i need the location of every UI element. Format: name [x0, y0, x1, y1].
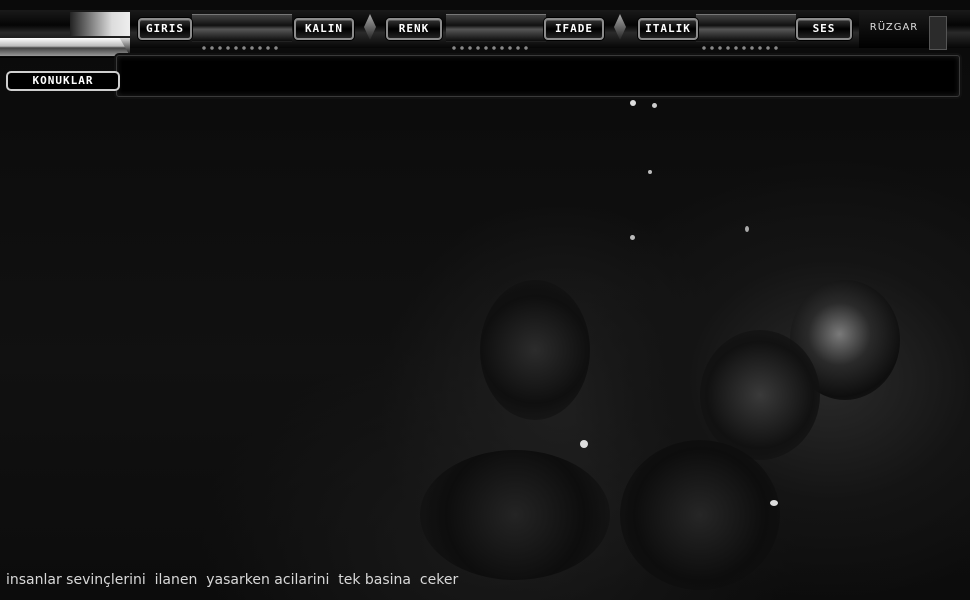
- rose-highlight: [700, 330, 820, 460]
- rose-highlight: [480, 280, 590, 420]
- dot-row: [700, 46, 780, 50]
- toolbar-connector: [446, 14, 546, 42]
- sparkle: [580, 440, 588, 448]
- top-toolbar: GIRIS KALIN RENK IFADE ITALIK SES RÜZGAR: [0, 0, 970, 100]
- sparkle: [745, 226, 749, 232]
- toolbar-end-tab: [929, 16, 947, 50]
- giris-button[interactable]: GIRIS: [138, 18, 192, 40]
- toolbar-connector: [192, 14, 292, 42]
- leaf-highlight: [420, 450, 610, 580]
- italik-button[interactable]: ITALIK: [638, 18, 698, 40]
- dot-row: [200, 46, 280, 50]
- renk-button[interactable]: RENK: [386, 18, 442, 40]
- sparkle: [630, 100, 636, 106]
- sparkle: [648, 170, 652, 174]
- ruzgar-label[interactable]: RÜZGAR: [859, 10, 929, 48]
- toolbar-connector: [696, 14, 796, 42]
- message-bar: [116, 55, 960, 97]
- marquee-text: insanlar sevinçlerini ilanen yasarken ac…: [6, 572, 459, 588]
- kalin-button[interactable]: KALIN: [294, 18, 354, 40]
- sparkle: [630, 235, 635, 240]
- toolbar-left-cap: [0, 38, 130, 56]
- toolbar-top-strip: [70, 12, 130, 36]
- sparkle: [652, 103, 657, 108]
- sparkle: [770, 500, 778, 506]
- rose-highlight: [620, 440, 780, 590]
- ses-button[interactable]: SES: [796, 18, 852, 40]
- konuklar-button[interactable]: KONUKLAR: [6, 71, 120, 91]
- ifade-button[interactable]: IFADE: [544, 18, 604, 40]
- dot-row: [450, 46, 530, 50]
